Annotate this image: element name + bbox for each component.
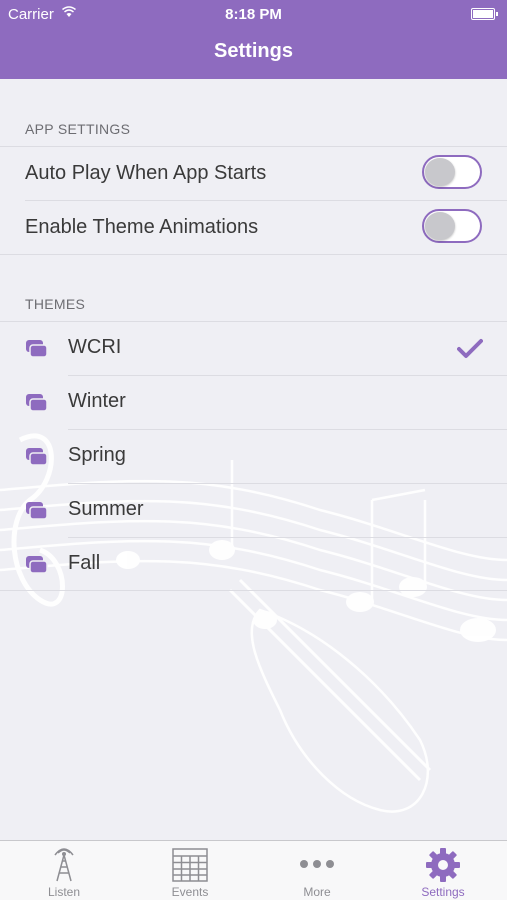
tab-events[interactable]: Events: [127, 841, 253, 900]
theme-icon: [26, 556, 48, 574]
checkmark-icon: [457, 339, 483, 358]
theme-row-fall[interactable]: Fall: [0, 538, 507, 592]
theme-label: Winter: [68, 390, 126, 412]
status-time: 8:18 PM: [225, 6, 282, 23]
theme-label: WCRI: [68, 336, 122, 358]
calendar-grid-icon: [172, 848, 208, 882]
tab-label: Settings: [421, 885, 465, 899]
more-dots-icon: [300, 860, 334, 868]
theme-icon: [26, 448, 48, 466]
tab-listen[interactable]: Listen: [1, 841, 127, 900]
auto-play-row: Auto Play When App Starts: [0, 147, 507, 201]
theme-row-wcri[interactable]: WCRI: [0, 322, 507, 376]
theme-row-spring[interactable]: Spring: [0, 430, 507, 484]
auto-play-label: Auto Play When App Starts: [25, 162, 267, 184]
app-settings-header: APP SETTINGS: [25, 121, 131, 137]
tab-more[interactable]: More: [254, 841, 380, 900]
theme-icon: [26, 502, 48, 520]
theme-label: Spring: [68, 444, 126, 466]
theme-icon: [26, 340, 48, 358]
page-title: Settings: [214, 40, 293, 62]
tab-label: More: [303, 885, 331, 899]
divider: [0, 254, 507, 255]
status-bar: Carrier 8:18 PM: [0, 0, 507, 28]
tab-settings[interactable]: Settings: [380, 841, 506, 900]
auto-play-toggle[interactable]: [422, 155, 482, 189]
theme-animations-row: Enable Theme Animations: [0, 201, 507, 255]
tab-label: Listen: [47, 885, 81, 899]
battery-icon: [471, 8, 498, 20]
settings-screen: Carrier 8:18 PM Settings APP SETTINGS Au…: [0, 0, 507, 900]
toggle-knob: [425, 158, 455, 186]
divider: [0, 590, 507, 591]
theme-label: Fall: [68, 552, 101, 574]
tab-bar: Listen Events More Settings: [0, 840, 507, 900]
theme-row-summer[interactable]: Summer: [0, 484, 507, 538]
theme-label: Summer: [68, 498, 144, 520]
themes-header: THEMES: [25, 296, 86, 312]
gear-icon: [426, 848, 460, 882]
theme-animations-label: Enable Theme Animations: [25, 216, 259, 238]
theme-row-winter[interactable]: Winter: [0, 376, 507, 430]
radio-tower-icon: [54, 848, 74, 882]
theme-animations-toggle[interactable]: [422, 209, 482, 243]
theme-icon: [26, 394, 48, 412]
tab-label: Events: [171, 885, 209, 899]
toggle-knob: [425, 212, 455, 240]
navigation-bar: Carrier 8:18 PM Settings: [0, 0, 507, 79]
